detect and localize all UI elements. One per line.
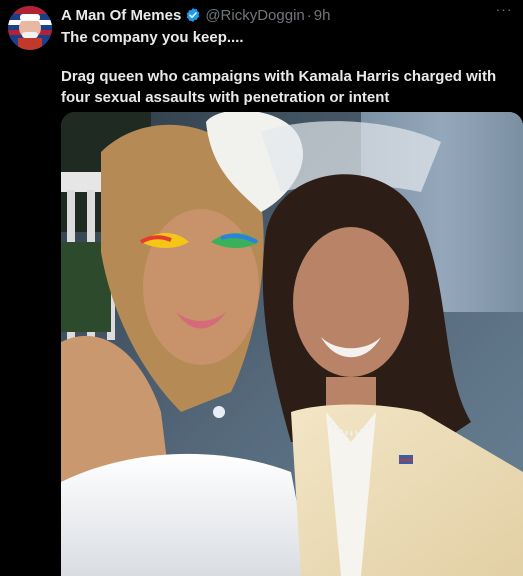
tweet-timestamp[interactable]: 9h	[314, 7, 331, 24]
author-avatar[interactable]	[8, 6, 52, 50]
tweet-header: A Man Of Memes @RickyDoggin · 9h	[61, 5, 330, 25]
tweet-text-line-2: Drag queen who campaigns with Kamala Har…	[61, 68, 497, 106]
tweet-media-photo[interactable]	[61, 112, 523, 576]
author-display-name[interactable]: A Man Of Memes	[61, 7, 181, 24]
author-handle[interactable]: @RickyDoggin	[205, 7, 304, 24]
more-options-icon[interactable]: ···	[493, 2, 515, 20]
photo-illustration	[61, 112, 523, 576]
header-separator: ·	[306, 6, 312, 24]
tweet[interactable]: A Man Of Memes @RickyDoggin · 9h ··· The…	[0, 0, 523, 576]
verified-badge-icon	[185, 7, 201, 23]
tweet-text-line-1: The company you keep....	[61, 29, 244, 46]
avatar-image	[8, 6, 52, 50]
